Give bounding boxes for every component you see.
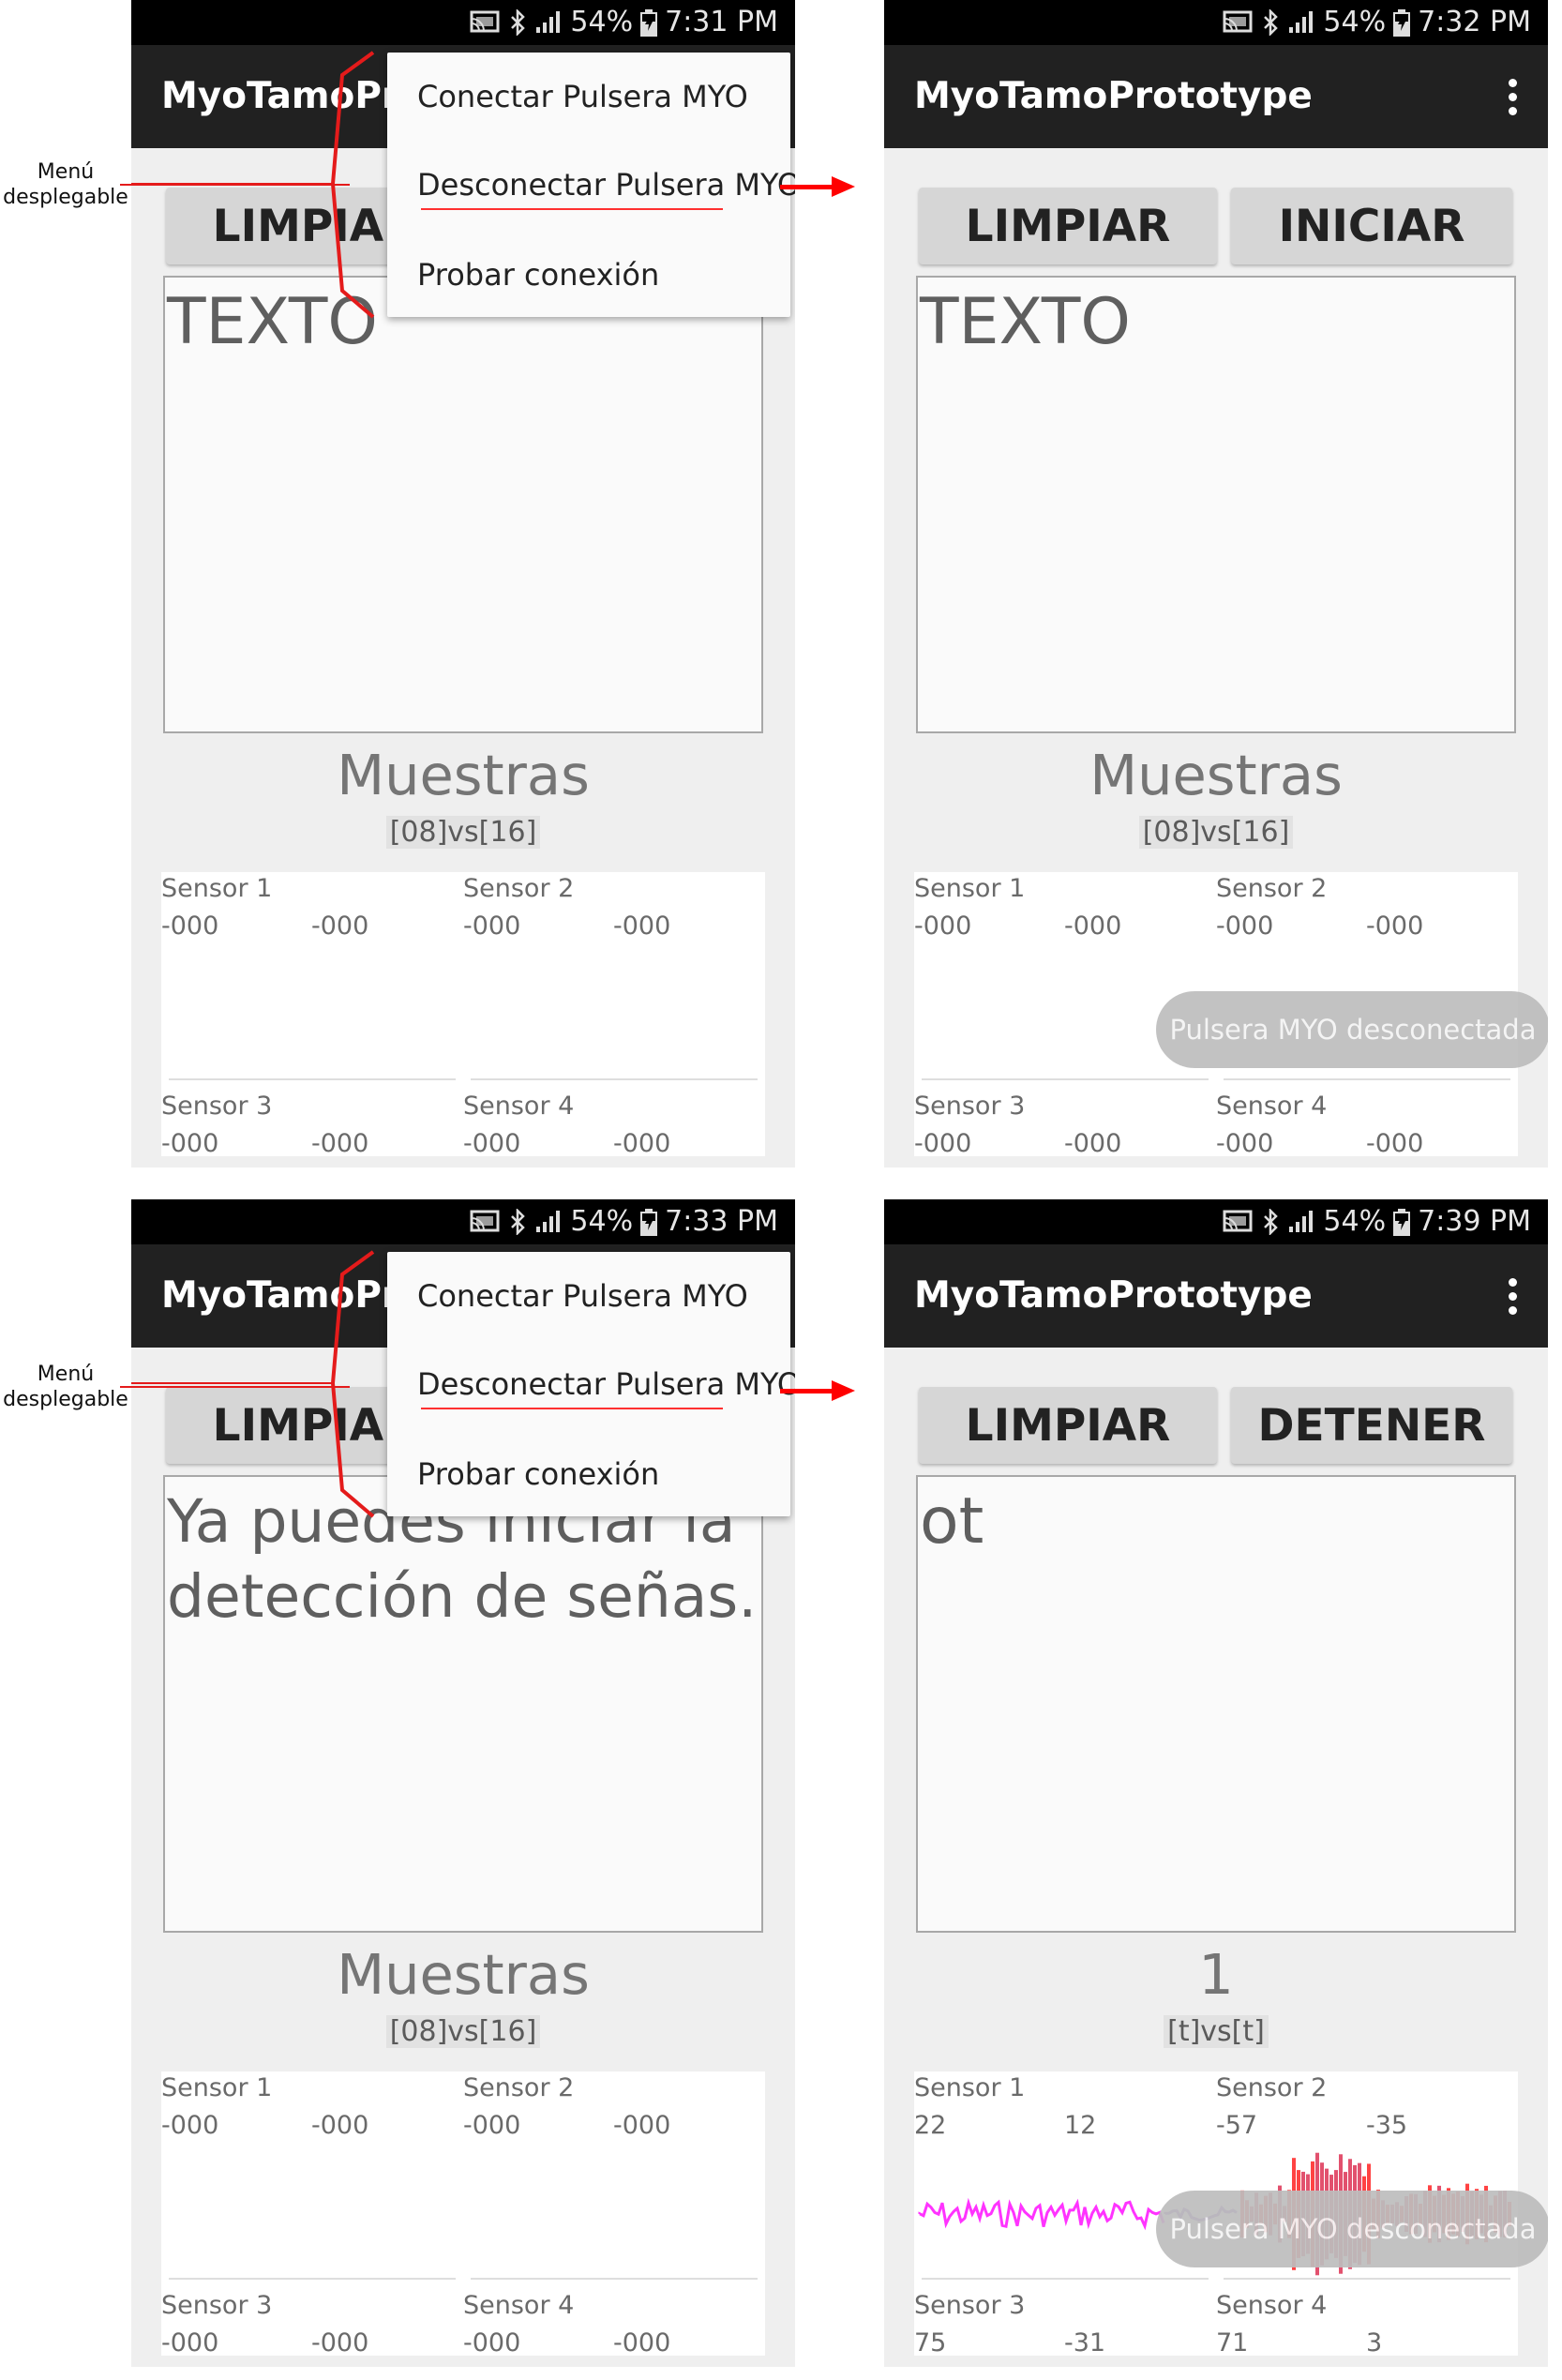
app-bar: MyoTamoPrototype [884,45,1548,148]
samples-subtitle: [08]vs[16] [884,816,1548,849]
emg-trace-left [918,2197,1165,2231]
translation-text-area: TEXTO [916,276,1516,733]
clear-button[interactable]: LIMPIAR [919,188,1217,264]
toast-message: Pulsera MYO desconectada [1156,2191,1548,2267]
battery-icon [1393,9,1411,37]
arrow-icon-2 [780,1380,855,1401]
battery-percent: 54% [1323,6,1387,38]
menu-callout-line-2 [120,1386,350,1388]
app-title: MyoTamoPrototype [914,75,1313,117]
divider [471,1078,758,1080]
samples-title: Muestras [337,743,590,807]
arrow-icon-1 [780,176,855,197]
divider [471,2278,758,2280]
signal-icon [1289,11,1314,33]
sensor-panel: Sensor 1 -000 -000 Sensor 2 -000 -000 Sensor… [161,872,765,1158]
menu-callout-label-1: Menú desplegable [3,160,128,209]
samples-subtitle: [08]vs[16] [131,2015,795,2048]
samples-title: Muestras [337,1942,590,2007]
menu-callout-label-2: Menú desplegable [3,1363,128,1411]
phone-screen-3: 54% 7:33 PM MyoTamoPrototype LIMPIAR INI… [131,1199,795,2367]
sensor-panel: Sensor 1 -000 -000 Sensor 2 -000 -000 Sensor… [161,2071,765,2357]
menu-callout-line-1 [120,184,350,186]
phone-screen-2: 54% 7:32 PM MyoTamoPrototype LIMPIAR INI… [884,0,1548,1167]
divider [1224,1078,1510,1080]
overflow-menu-icon[interactable] [1507,79,1518,116]
status-time: 7:32 PM [1418,6,1531,38]
status-bar: 54% 7:32 PM [884,0,1548,45]
divider [169,2278,456,2280]
phone-screen-4: 54% 7:39 PM MyoTamoPrototype LIMPIAR DET… [884,1199,1548,2367]
divider [169,1078,456,1080]
bluetooth-icon [1264,9,1279,36]
brace-icon [131,51,375,319]
start-button[interactable]: INICIAR [1231,188,1512,264]
divider [922,1078,1209,1080]
toast-message: Pulsera MYO desconectada [1156,991,1548,1068]
samples-title: Muestras [1089,743,1343,807]
cast-icon [1223,10,1253,33]
phone-screen-1: 54% 7:31 PM MyoTamoPrototype LIMPIAR INI… [131,0,795,1167]
samples-subtitle: [08]vs[16] [131,816,795,849]
